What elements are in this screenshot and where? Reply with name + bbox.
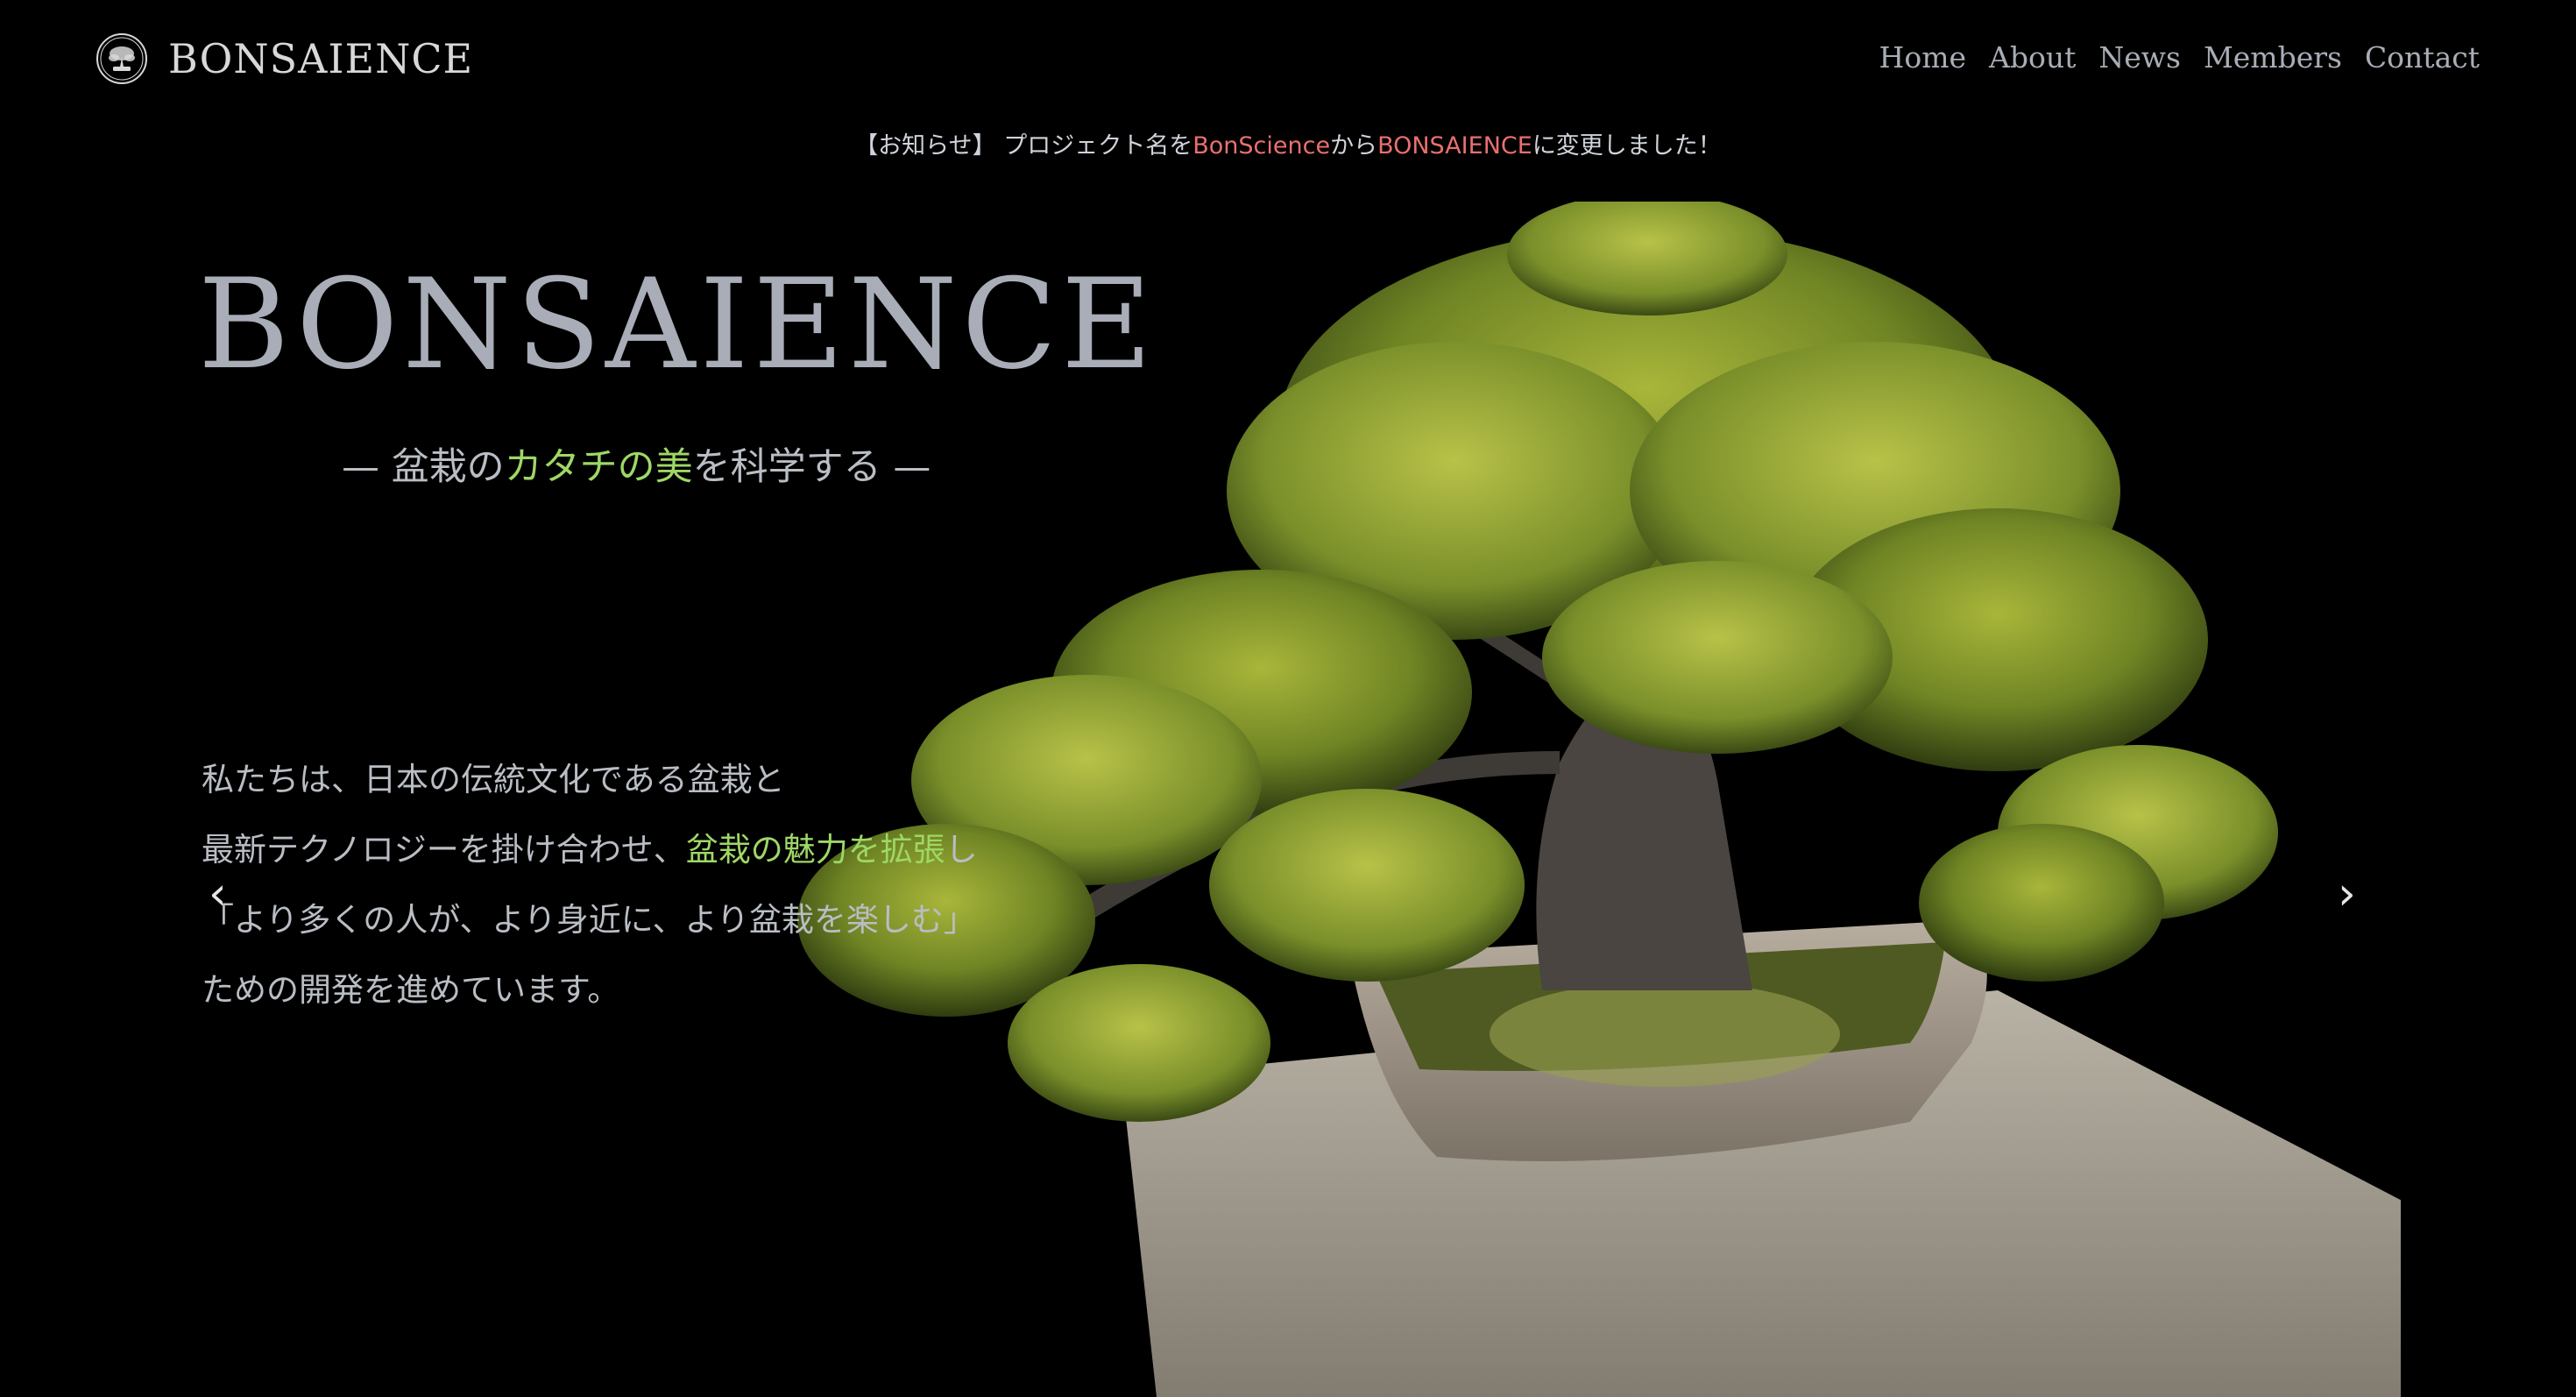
notice-new-name: BONSAIENCE — [1377, 132, 1532, 160]
notice-suffix: に変更しました！ — [1532, 132, 1722, 160]
page: BONSAIENCE Home About News Members Conta… — [0, 0, 2576, 1397]
nav-news[interactable]: News — [2098, 40, 2181, 74]
bonsai-hero-image — [797, 202, 2401, 1397]
brand-name: BONSAIENCE — [168, 35, 474, 82]
nav-home[interactable]: Home — [1879, 40, 1966, 74]
nav-about[interactable]: About — [1989, 40, 2076, 74]
description-line-3: 「より多くの人が、より身近に、より盆栽を楽しむ」 — [202, 901, 976, 939]
nav-members[interactable]: Members — [2204, 40, 2342, 74]
brand[interactable]: BONSAIENCE — [95, 32, 473, 86]
description-line-1: 私たちは、日本の伝統文化である盆栽と — [202, 761, 785, 798]
description-line-2-before: 最新テクノロジーを掛け合わせ、 — [202, 831, 686, 869]
tagline-highlight: カタチの美 — [504, 445, 693, 489]
notice-banner: 【お知らせ】 プロジェクト名をBonScienceからBONSAIENCEに変更… — [0, 126, 2576, 160]
bonsai-tree-logo-icon — [96, 33, 147, 84]
nav-contact[interactable]: Contact — [2365, 40, 2480, 74]
notice-prefix: 【お知らせ】 プロジェクト名を — [854, 132, 1193, 160]
chevron-right-icon[interactable]: › — [2338, 868, 2356, 920]
description-line-2-after: し — [945, 831, 978, 869]
tagline-before: — 盆栽の — [342, 445, 505, 489]
hero-description: 私たちは、日本の伝統文化である盆栽と 最新テクノロジーを掛け合わせ、盆栽の魅力を… — [202, 745, 978, 1025]
main-nav: Home About News Members Contact — [1879, 40, 2480, 74]
notice-old-name: BonScience — [1192, 132, 1331, 160]
description-highlight: 盆栽の魅力を拡張 — [685, 831, 945, 869]
description-line-4: ための開発を進めています。 — [202, 971, 620, 1009]
notice-middle: から — [1330, 132, 1378, 160]
chevron-left-icon[interactable]: ‹ — [209, 868, 227, 920]
description-line-2: 最新テクノロジーを掛け合わせ、盆栽の魅力を拡張し — [202, 815, 978, 885]
